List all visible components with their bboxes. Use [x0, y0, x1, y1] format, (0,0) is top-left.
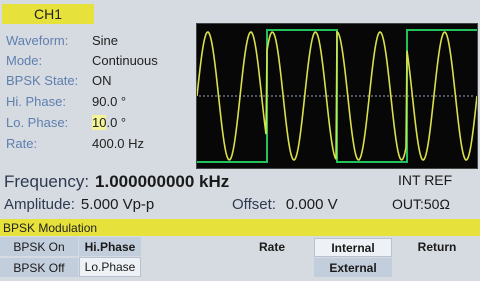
param-label: Waveform: [6, 32, 69, 48]
param-value: 90.0 ° [92, 93, 127, 109]
param-value-rest: .0 ° [106, 114, 127, 130]
param-lo-phase[interactable]: Lo. Phase: 10.0 ° [6, 112, 194, 132]
param-value: Continuous [92, 52, 158, 68]
hi-phase-button[interactable]: Hi.Phase [79, 237, 141, 256]
output-impedance-status: OUT:50Ω [392, 196, 450, 212]
param-value[interactable]: 10.0 ° [92, 114, 127, 130]
param-rate[interactable]: Rate: 400.0 Hz [6, 133, 194, 153]
amplitude-readout[interactable]: Amplitude: 5.000 Vp-p [4, 196, 154, 218]
bpsk-off-button[interactable]: BPSK Off [0, 258, 78, 277]
offset-label: Offset: [232, 196, 276, 213]
offset-readout[interactable]: Offset: 0.000 V [232, 196, 338, 218]
waveform-plot [197, 29, 477, 163]
param-mode[interactable]: Mode: Continuous [6, 50, 194, 70]
source-external-button[interactable]: External [314, 258, 392, 277]
generator-screen: CH1 Waveform: Sine Mode: Continuous BPSK… [0, 0, 480, 281]
param-label: BPSK State: [6, 72, 79, 88]
param-label: Hi. Phase: [6, 93, 66, 109]
param-label: Lo. Phase: [6, 114, 69, 130]
frequency-label: Frequency: [4, 172, 90, 191]
return-button[interactable]: Return [398, 237, 476, 256]
param-value: 400.0 Hz [92, 135, 145, 151]
reference-status: INT REF [398, 172, 453, 188]
amplitude-label: Amplitude: [4, 196, 75, 213]
param-label: Mode: [6, 52, 43, 68]
bpsk-on-button[interactable]: BPSK On [0, 237, 78, 256]
frequency-readout[interactable]: Frequency: 1.000000000 kHz [4, 172, 229, 196]
param-label: Rate: [6, 135, 38, 151]
edit-cursor-value[interactable]: 10 [92, 114, 107, 130]
menu-title: BPSK Modulation [0, 219, 480, 236]
waveform-display [196, 23, 478, 169]
param-hi-phase[interactable]: Hi. Phase: 90.0 ° [6, 91, 194, 111]
amplitude-value: 5.000 Vp-p [80, 196, 155, 213]
parameter-panel: Waveform: Sine Mode: Continuous BPSK Sta… [0, 28, 196, 164]
param-waveform[interactable]: Waveform: Sine [6, 30, 194, 50]
param-value: Sine [92, 32, 119, 48]
channel-tab[interactable]: CH1 [2, 4, 94, 24]
frequency-value: 1.000000000 kHz [95, 172, 230, 191]
offset-value: 0.000 V [285, 196, 338, 213]
param-bpsk-state[interactable]: BPSK State: ON [6, 70, 194, 90]
source-internal-button[interactable]: Internal [314, 238, 392, 257]
rate-button[interactable]: Rate [236, 237, 308, 256]
param-value: ON [92, 72, 112, 88]
lo-phase-button[interactable]: Lo.Phase [79, 257, 141, 277]
